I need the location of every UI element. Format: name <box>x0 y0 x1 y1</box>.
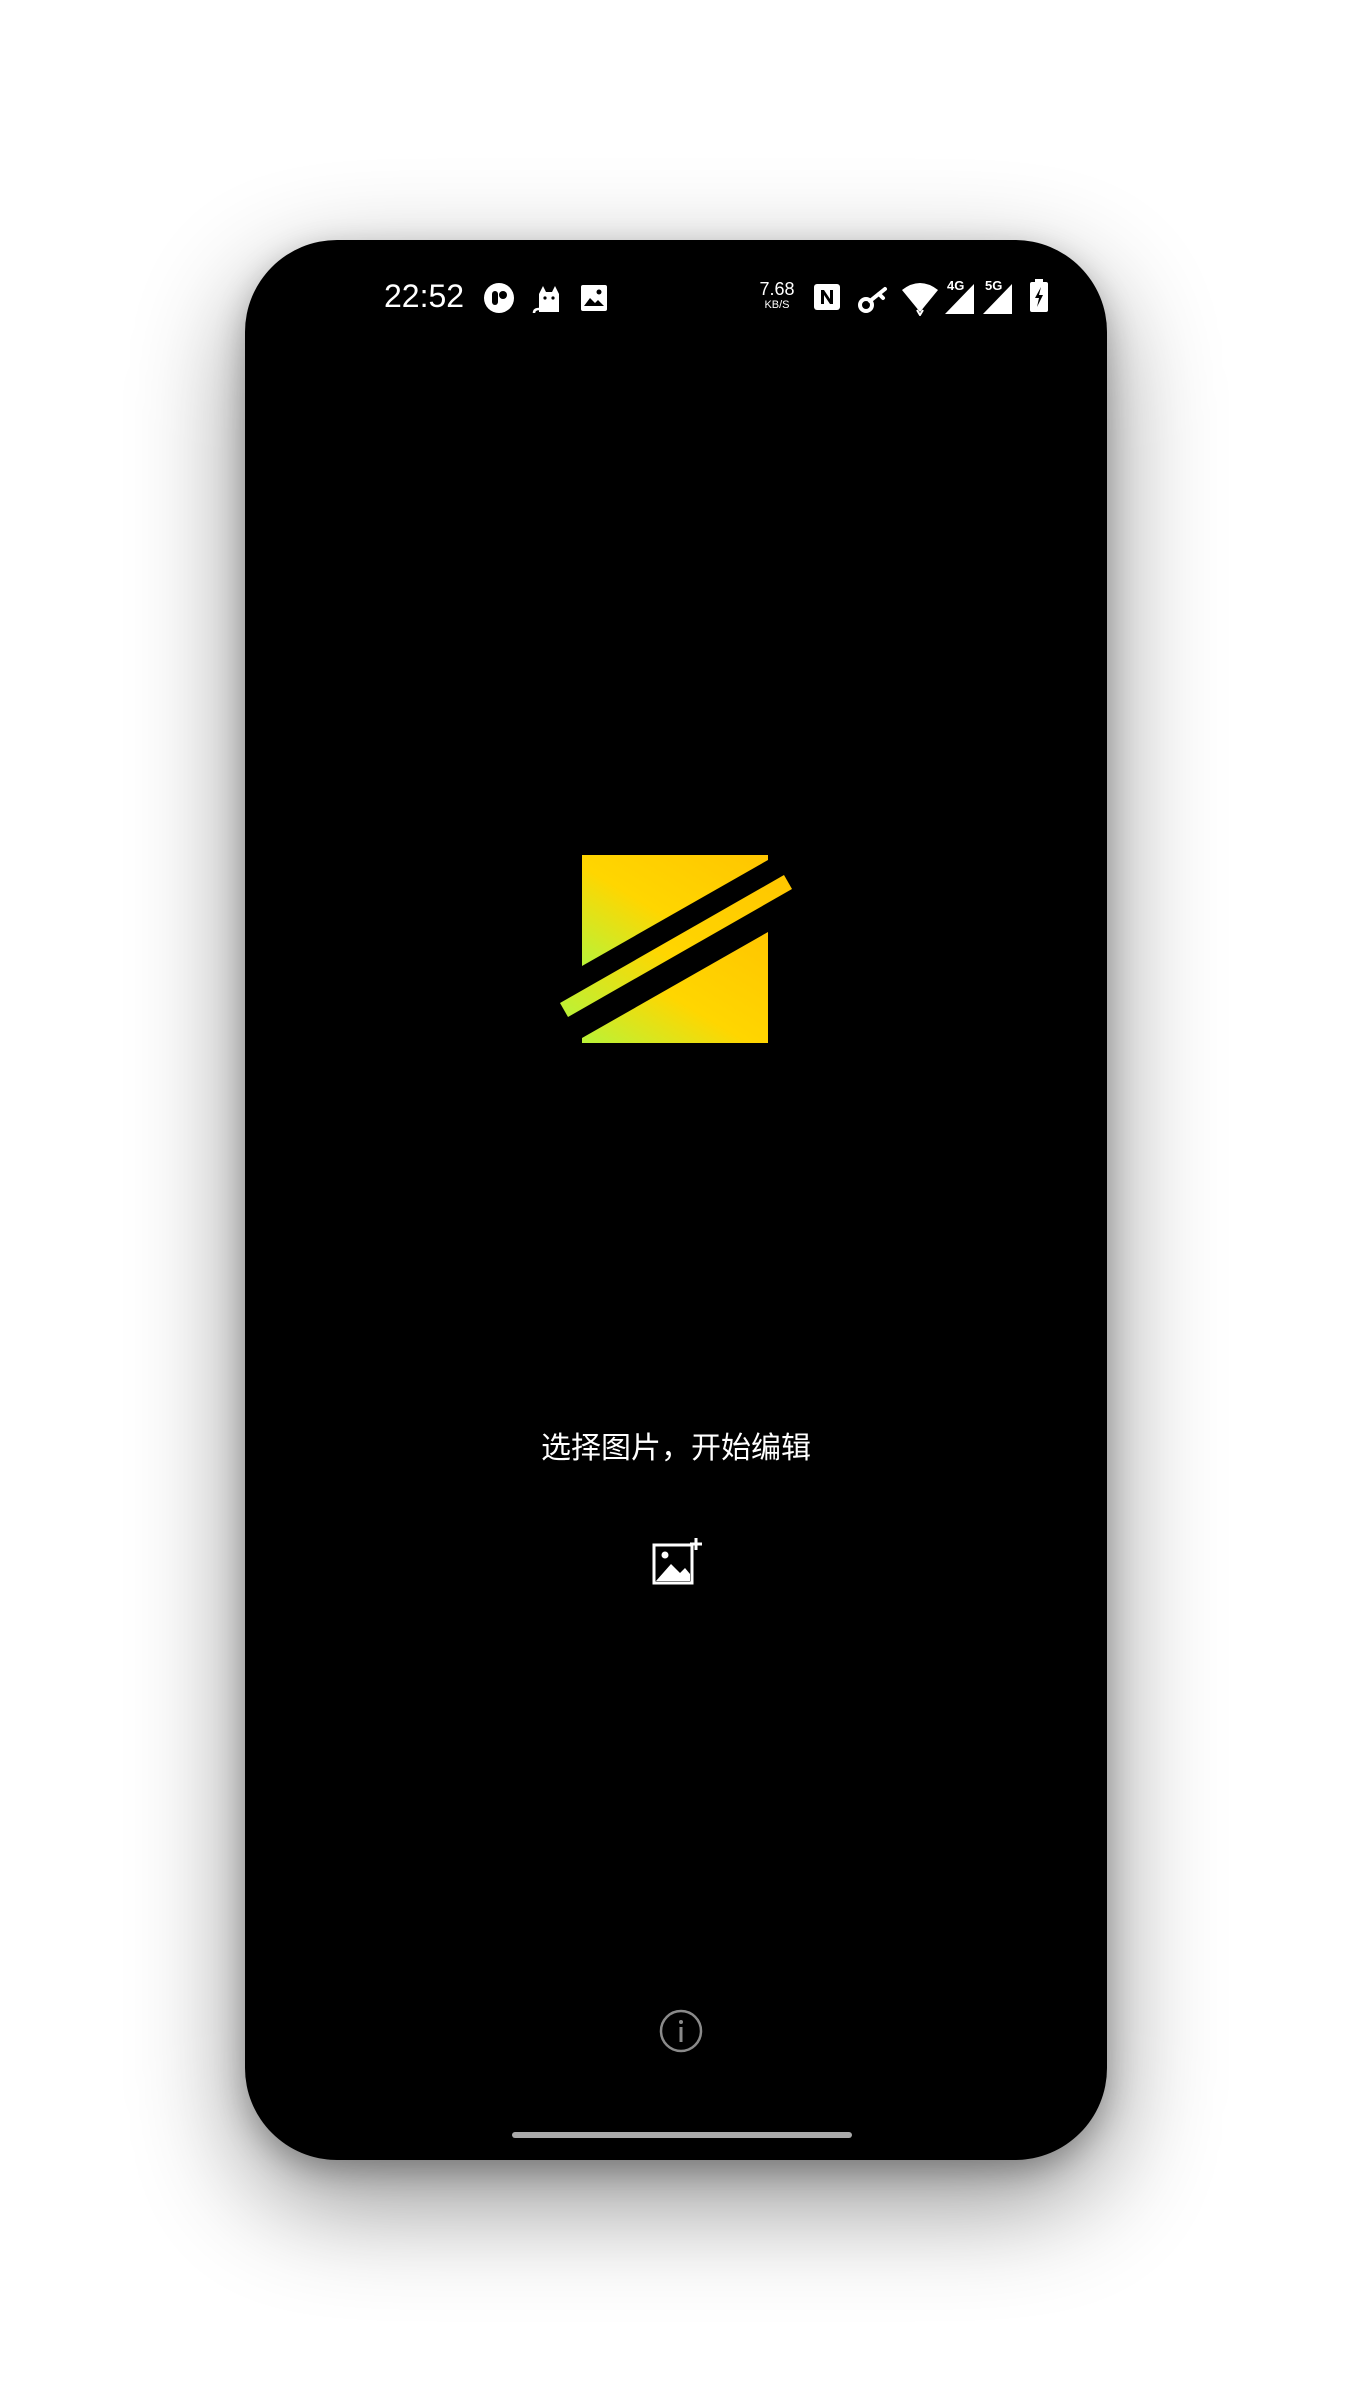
network-speed-value: 7.68 <box>759 279 795 299</box>
image-icon <box>581 285 607 311</box>
key-icon <box>858 287 887 313</box>
battery-charging-icon <box>1030 279 1048 312</box>
app-circle-icon <box>484 283 514 313</box>
wifi-icon <box>902 283 938 316</box>
status-bar: 22:52 7.68 KB/S 4G 5G <box>245 240 1107 350</box>
app-logo-icon <box>560 855 792 1043</box>
nfc-icon <box>814 284 840 310</box>
phone-screen: 22:52 7.68 KB/S 4G 5G 选择图片，开始编辑 <box>245 240 1107 2160</box>
add-image-button[interactable] <box>651 1536 705 1590</box>
network-speed-unit: KB/S <box>764 299 790 311</box>
signal-5g-icon <box>983 284 1012 314</box>
network-speed: 7.68 KB/S <box>757 280 797 311</box>
status-time: 22:52 <box>384 278 465 314</box>
cat-icon <box>532 286 559 314</box>
home-indicator[interactable] <box>512 2132 852 2138</box>
signal-4g-icon <box>945 284 974 314</box>
info-button[interactable] <box>658 2008 704 2054</box>
select-image-prompt: 选择图片，开始编辑 <box>541 1431 811 1466</box>
